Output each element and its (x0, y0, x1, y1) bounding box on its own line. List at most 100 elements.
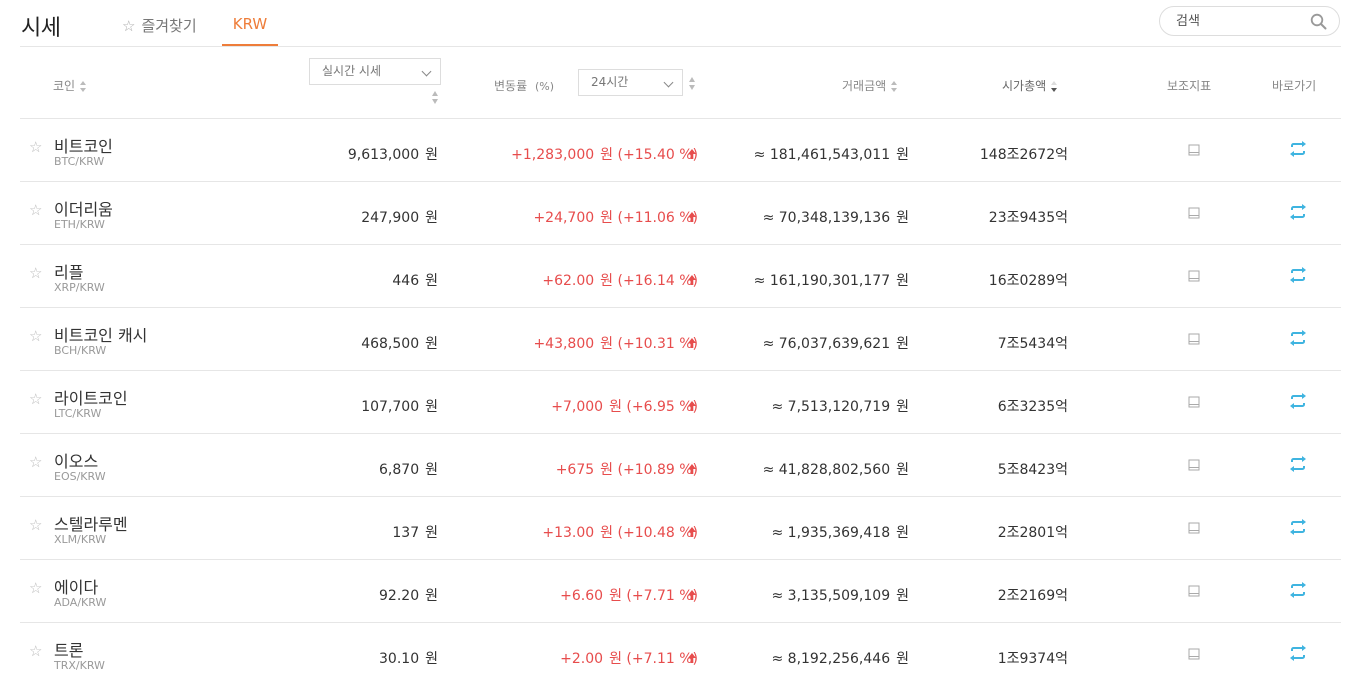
search-icon[interactable] (1310, 13, 1327, 30)
currency-unit: 원 (609, 399, 622, 415)
coin-name[interactable]: 비트코인 캐시 (54, 322, 147, 346)
coin-name[interactable]: 리플 (54, 259, 83, 283)
exchange-icon[interactable] (1289, 330, 1307, 346)
col-market-cap[interactable]: 시가총액 (1002, 77, 1058, 94)
price-value: 92.20 (379, 588, 420, 604)
exchange-icon[interactable] (1289, 582, 1307, 598)
coin-pair: ETH/KRW (54, 218, 105, 231)
change-value: +24,700 (533, 210, 595, 226)
price-mode-select[interactable]: 실시간 시세 (309, 58, 441, 85)
currency-unit: 원 (425, 273, 438, 289)
search-input[interactable] (1176, 12, 1306, 30)
coin-name[interactable]: 이오스 (54, 448, 98, 472)
coin-name[interactable]: 라이트코인 (54, 385, 128, 409)
price-change: +7,000 원 (+6.95 %) (551, 396, 698, 416)
trade-volume: ≈ 161,190,301,177 원 (754, 270, 909, 290)
tab-krw[interactable]: KRW (222, 15, 278, 46)
market-cap: 148조2672억 (979, 147, 1068, 163)
star-icon[interactable]: ☆ (29, 201, 42, 219)
price-change: +24,700 원 (+11.06 %) (533, 207, 698, 227)
chart-icon[interactable] (1188, 585, 1200, 597)
exchange-icon[interactable] (1289, 519, 1307, 535)
tab-favorites[interactable]: ☆ 즐겨찾기 (122, 15, 197, 46)
star-icon[interactable]: ☆ (29, 453, 42, 471)
col-change[interactable]: 변동률 (%) (494, 77, 554, 94)
table-row[interactable]: ☆ 스텔라루멘 XLM/KRW 137 원 +13.00 원 (+10.48 %) … (20, 497, 1341, 560)
table-row[interactable]: ☆ 에이다 ADA/KRW 92.20 원 +6.60 원 (+7.71 %) ≈ … (20, 560, 1341, 623)
chart-icon[interactable] (1188, 144, 1200, 156)
arrow-up-icon (688, 590, 696, 600)
volume-value: 8,192,256,446 (787, 651, 891, 667)
col-volume-label: 거래금액 (842, 79, 887, 93)
chart-icon[interactable] (1188, 648, 1200, 660)
arrow-up-icon (688, 338, 696, 348)
currency-unit: 원 (425, 399, 438, 415)
table-row[interactable]: ☆ 리플 XRP/KRW 446 원 +62.00 원 (+16.14 %) ≈ 1… (20, 245, 1341, 308)
coin-name[interactable]: 에이다 (54, 574, 98, 598)
chevron-down-icon (421, 66, 432, 77)
star-icon[interactable]: ☆ (29, 264, 42, 282)
coin-name[interactable]: 스텔라루멘 (54, 511, 128, 535)
approx-sign: ≈ (762, 210, 775, 226)
arrow-up-icon (688, 212, 696, 222)
chart-icon[interactable] (1188, 459, 1200, 471)
table-row[interactable]: ☆ 이오스 EOS/KRW 6,870 원 +675 원 (+10.89 %) ≈ … (20, 434, 1341, 497)
sort-icon (80, 80, 87, 93)
star-icon[interactable]: ☆ (29, 138, 42, 156)
change-sort-icon[interactable] (689, 77, 696, 91)
table-row[interactable]: ☆ 트론 TRX/KRW 30.10 원 +2.00 원 (+7.11 %) ≈ 8… (20, 623, 1341, 680)
currency-unit: 원 (896, 399, 909, 415)
price-change: +2.00 원 (+7.11 %) (560, 648, 698, 668)
market-cap: 7조5434억 (997, 336, 1068, 352)
star-icon: ☆ (122, 17, 136, 35)
price-change: +43,800 원 (+10.31 %) (533, 333, 698, 353)
change-percent: (+10.48 %) (617, 525, 699, 541)
chart-icon[interactable] (1188, 207, 1200, 219)
col-volume[interactable]: 거래금액 (842, 77, 898, 94)
approx-sign: ≈ (771, 588, 784, 604)
period-select[interactable]: 24시간 (578, 69, 683, 96)
chart-icon[interactable] (1188, 396, 1200, 408)
star-icon[interactable]: ☆ (29, 327, 42, 345)
exchange-icon[interactable] (1289, 141, 1307, 157)
table-row[interactable]: ☆ 비트코인 캐시 BCH/KRW 468,500 원 +43,800 원 (+10… (20, 308, 1341, 371)
star-icon[interactable]: ☆ (29, 390, 42, 408)
coin-name[interactable]: 비트코인 (54, 133, 113, 157)
chart-icon[interactable] (1188, 522, 1200, 534)
currency-unit: 원 (425, 147, 438, 163)
price-change: +675 원 (+10.89 %) (556, 459, 698, 479)
exchange-icon[interactable] (1289, 204, 1307, 220)
table-row[interactable]: ☆ 이더리움 ETH/KRW 247,900 원 +24,700 원 (+11.06… (20, 182, 1341, 245)
coin-name[interactable]: 트론 (54, 637, 83, 661)
star-icon[interactable]: ☆ (29, 579, 42, 597)
current-price: 137 원 (392, 522, 438, 542)
price-change: +1,283,000 원 (+15.40 %) (511, 144, 698, 164)
exchange-icon[interactable] (1289, 393, 1307, 409)
market-cap: 2조2801억 (997, 525, 1068, 541)
table-row[interactable]: ☆ 라이트코인 LTC/KRW 107,700 원 +7,000 원 (+6.95 … (20, 371, 1341, 434)
chart-icon[interactable] (1188, 333, 1200, 345)
chart-icon[interactable] (1188, 270, 1200, 282)
exchange-icon[interactable] (1289, 645, 1307, 661)
currency-unit: 원 (896, 336, 909, 352)
tab-krw-label: KRW (232, 15, 268, 33)
trade-volume: ≈ 7,513,120,719 원 (771, 396, 909, 416)
price-sort-icon[interactable] (432, 91, 439, 105)
star-icon[interactable]: ☆ (29, 642, 42, 660)
volume-value: 70,348,139,136 (778, 210, 891, 226)
approx-sign: ≈ (762, 336, 775, 352)
exchange-icon[interactable] (1289, 456, 1307, 472)
coin-name[interactable]: 이더리움 (54, 196, 113, 220)
currency-unit: 원 (600, 273, 614, 289)
table-row[interactable]: ☆ 비트코인 BTC/KRW 9,613,000 원 +1,283,000 원 (+… (20, 119, 1341, 182)
currency-unit: 원 (425, 210, 438, 226)
col-coin[interactable]: 코인 (53, 77, 87, 94)
change-value: +6.60 (560, 588, 604, 604)
market-cap: 16조0289억 (988, 273, 1068, 289)
current-price: 468,500 원 (361, 333, 438, 353)
trade-volume: ≈ 41,828,802,560 원 (763, 459, 909, 479)
coin-pair: XLM/KRW (54, 533, 107, 546)
price-value: 468,500 (361, 336, 420, 352)
exchange-icon[interactable] (1289, 267, 1307, 283)
star-icon[interactable]: ☆ (29, 516, 42, 534)
